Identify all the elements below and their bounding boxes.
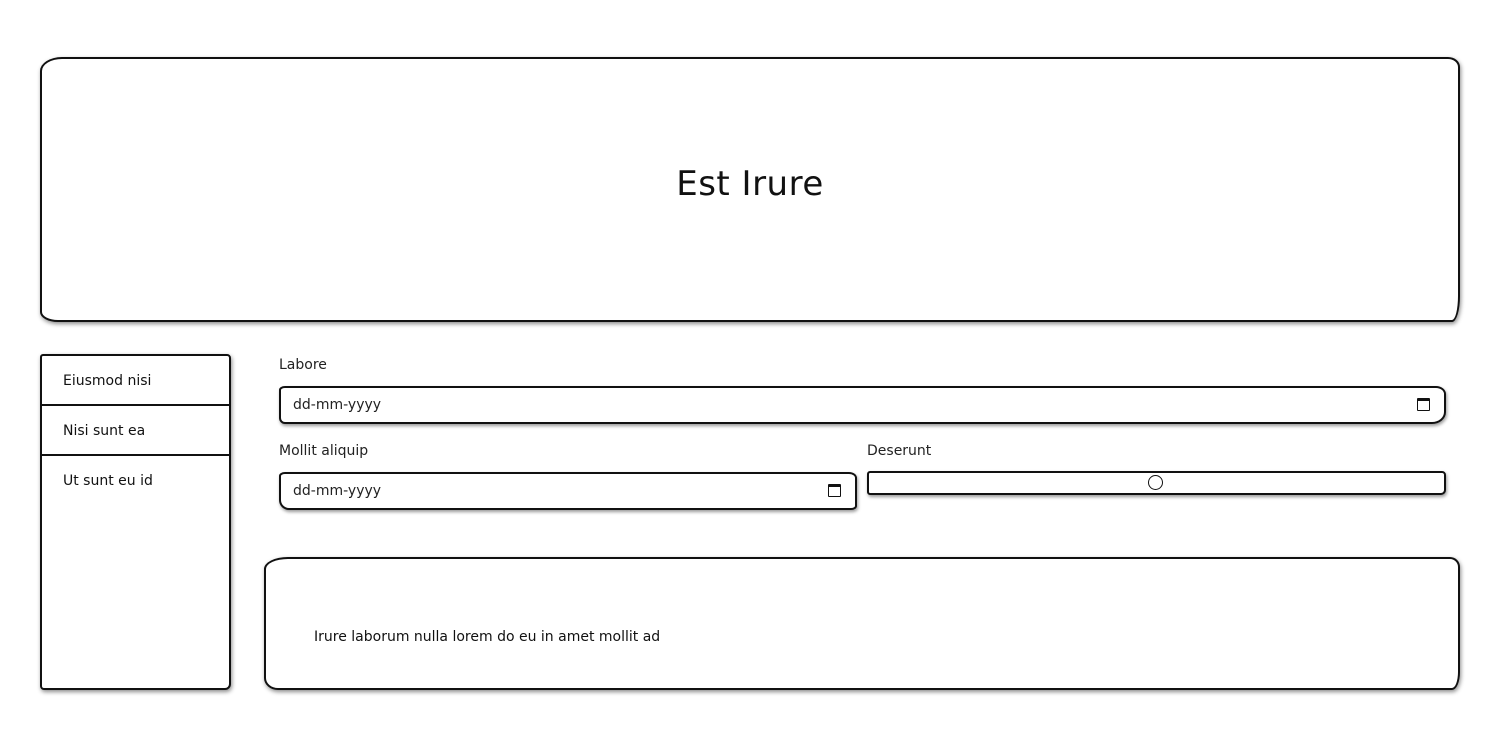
mollit-aliquip-date-input[interactable]: dd-mm-yyyy [279, 472, 857, 510]
note-panel: Irure laborum nulla lorem do eu in amet … [264, 557, 1460, 690]
slider-thumb[interactable] [1147, 475, 1163, 490]
sidebar-item-ut-sunt-eu-id[interactable]: Ut sunt eu id [42, 456, 229, 506]
sidebar: Eiusmod nisi Nisi sunt ea Ut sunt eu id [40, 354, 231, 690]
mollit-aliquip-label: Mollit aliquip [279, 443, 369, 459]
labore-date-placeholder: dd-mm-yyyy [293, 397, 382, 413]
sidebar-item-eiusmod-nisi[interactable]: Eiusmod nisi [42, 356, 229, 406]
deserunt-label: Deserunt [867, 443, 932, 459]
page-title: Est Irure [676, 163, 824, 204]
header-panel: Est Irure [40, 57, 1460, 322]
labore-date-input[interactable]: dd-mm-yyyy [279, 386, 1446, 424]
mollit-aliquip-date-placeholder: dd-mm-yyyy [293, 483, 382, 499]
note-text: Irure laborum nulla lorem do eu in amet … [314, 629, 661, 645]
calendar-icon[interactable] [1417, 398, 1430, 411]
calendar-icon[interactable] [828, 484, 841, 497]
sidebar-item-nisi-sunt-ea[interactable]: Nisi sunt ea [42, 406, 229, 456]
labore-label: Labore [279, 357, 327, 373]
deserunt-slider[interactable] [867, 471, 1446, 495]
